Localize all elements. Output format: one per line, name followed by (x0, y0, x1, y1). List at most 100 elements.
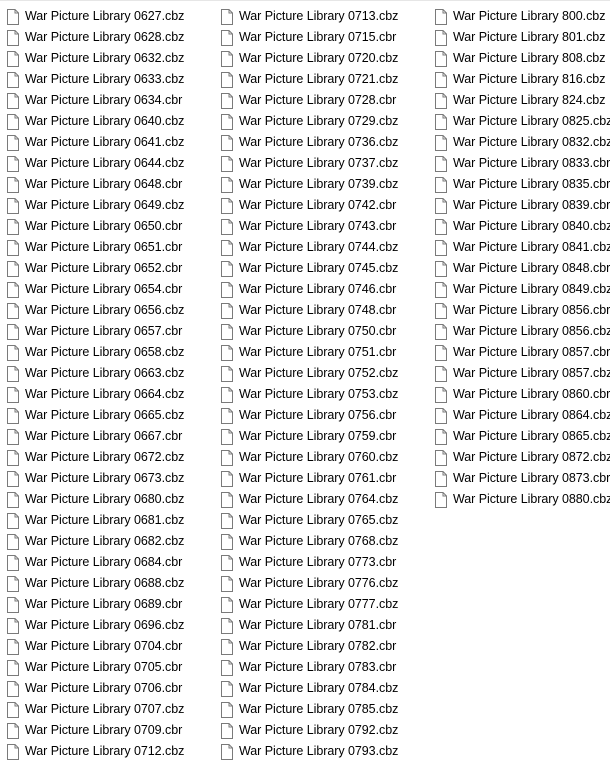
file-item[interactable]: War Picture Library 0652.cbr (7, 258, 217, 279)
file-item[interactable]: War Picture Library 0856.cbr (435, 300, 610, 321)
file-item[interactable]: War Picture Library 0776.cbz (221, 573, 433, 594)
file-item[interactable]: War Picture Library 0737.cbz (221, 153, 433, 174)
file-item[interactable]: War Picture Library 0680.cbz (7, 489, 217, 510)
file-item[interactable]: War Picture Library 0684.cbr (7, 552, 217, 573)
file-item[interactable]: War Picture Library 0746.cbr (221, 279, 433, 300)
file-item[interactable]: War Picture Library 0739.cbz (221, 174, 433, 195)
file-item[interactable]: War Picture Library 0849.cbz (435, 279, 610, 300)
file-item[interactable]: War Picture Library 0857.cbz (435, 363, 610, 384)
file-item[interactable]: War Picture Library 0835.cbr (435, 174, 610, 195)
file-item[interactable]: War Picture Library 0743.cbr (221, 216, 433, 237)
file-item[interactable]: War Picture Library 0748.cbr (221, 300, 433, 321)
file-item[interactable]: War Picture Library 0764.cbz (221, 489, 433, 510)
file-item[interactable]: War Picture Library 0872.cbz (435, 447, 610, 468)
file-item[interactable]: War Picture Library 0627.cbz (7, 6, 217, 27)
file-item[interactable]: War Picture Library 0665.cbz (7, 405, 217, 426)
file-item[interactable]: War Picture Library 800.cbz (435, 6, 607, 27)
file-item[interactable]: War Picture Library 0745.cbz (221, 258, 433, 279)
file-item[interactable]: War Picture Library 0656.cbz (7, 300, 217, 321)
file-item[interactable]: War Picture Library 0784.cbz (221, 678, 433, 699)
file-item[interactable]: War Picture Library 0705.cbr (7, 657, 217, 678)
file-item[interactable]: War Picture Library 0688.cbz (7, 573, 217, 594)
file-item[interactable]: War Picture Library 808.cbz (435, 48, 607, 69)
file-item[interactable]: War Picture Library 0750.cbr (221, 321, 433, 342)
file-name: War Picture Library 0832.cbz (453, 135, 610, 149)
file-item[interactable]: War Picture Library 0715.cbr (221, 27, 433, 48)
file-item[interactable]: War Picture Library 0760.cbz (221, 447, 433, 468)
file-item[interactable]: War Picture Library 816.cbz (435, 69, 607, 90)
file-item[interactable]: War Picture Library 0640.cbz (7, 111, 217, 132)
file-item[interactable]: War Picture Library 0709.cbr (7, 720, 217, 741)
file-item[interactable]: War Picture Library 0756.cbr (221, 405, 433, 426)
file-item[interactable]: War Picture Library 0672.cbz (7, 447, 217, 468)
file-item[interactable]: War Picture Library 0864.cbz (435, 405, 610, 426)
file-item[interactable]: War Picture Library 0654.cbr (7, 279, 217, 300)
file-item[interactable]: War Picture Library 0752.cbz (221, 363, 433, 384)
file-item[interactable]: War Picture Library 0663.cbz (7, 363, 217, 384)
file-item[interactable]: War Picture Library 0856.cbz (435, 321, 610, 342)
file-item[interactable]: War Picture Library 0632.cbz (7, 48, 217, 69)
file-item[interactable]: War Picture Library 0782.cbr (221, 636, 433, 657)
file-item[interactable]: War Picture Library 0657.cbr (7, 321, 217, 342)
file-item[interactable]: War Picture Library 0841.cbz (435, 237, 610, 258)
file-item[interactable]: War Picture Library 0783.cbr (221, 657, 433, 678)
file-item[interactable]: War Picture Library 0633.cbz (7, 69, 217, 90)
file-item[interactable]: War Picture Library 0650.cbr (7, 216, 217, 237)
file-item[interactable]: War Picture Library 0641.cbz (7, 132, 217, 153)
file-item[interactable]: War Picture Library 0753.cbz (221, 384, 433, 405)
file-item[interactable]: War Picture Library 0792.cbz (221, 720, 433, 741)
file-item[interactable]: War Picture Library 0664.cbz (7, 384, 217, 405)
file-item[interactable]: War Picture Library 0759.cbr (221, 426, 433, 447)
file-item[interactable]: War Picture Library 0768.cbz (221, 531, 433, 552)
file-item[interactable]: War Picture Library 0880.cbz (435, 489, 610, 510)
file-item[interactable]: War Picture Library 0704.cbr (7, 636, 217, 657)
file-item[interactable]: War Picture Library 0649.cbz (7, 195, 217, 216)
file-item[interactable]: War Picture Library 0706.cbr (7, 678, 217, 699)
file-item[interactable]: War Picture Library 0689.cbr (7, 594, 217, 615)
file-item[interactable]: War Picture Library 0667.cbr (7, 426, 217, 447)
file-item[interactable]: War Picture Library 0658.cbz (7, 342, 217, 363)
file-item[interactable]: War Picture Library 0712.cbz (7, 741, 217, 762)
file-item[interactable]: War Picture Library 0840.cbz (435, 216, 610, 237)
file-item[interactable]: War Picture Library 0832.cbz (435, 132, 610, 153)
document-file-icon (7, 365, 19, 382)
file-item[interactable]: War Picture Library 0673.cbz (7, 468, 217, 489)
file-name: War Picture Library 0773.cbr (239, 555, 397, 569)
file-item[interactable]: War Picture Library 0713.cbz (221, 6, 433, 27)
file-item[interactable]: War Picture Library 0751.cbr (221, 342, 433, 363)
file-item[interactable]: War Picture Library 0721.cbz (221, 69, 433, 90)
file-item[interactable]: War Picture Library 0785.cbz (221, 699, 433, 720)
file-item[interactable]: War Picture Library 0644.cbz (7, 153, 217, 174)
file-item[interactable]: War Picture Library 0720.cbz (221, 48, 433, 69)
file-item[interactable]: War Picture Library 0707.cbz (7, 699, 217, 720)
file-item[interactable]: War Picture Library 0761.cbr (221, 468, 433, 489)
file-item[interactable]: War Picture Library 0728.cbr (221, 90, 433, 111)
file-item[interactable]: War Picture Library 0865.cbz (435, 426, 610, 447)
file-item[interactable]: War Picture Library 0857.cbr (435, 342, 610, 363)
file-name: War Picture Library 0627.cbz (25, 9, 185, 23)
file-item[interactable]: War Picture Library 0833.cbr (435, 153, 610, 174)
file-item[interactable]: War Picture Library 0793.cbz (221, 741, 433, 762)
file-item[interactable]: War Picture Library 0825.cbz (435, 111, 610, 132)
file-item[interactable]: War Picture Library 0742.cbr (221, 195, 433, 216)
file-item[interactable]: War Picture Library 0696.cbz (7, 615, 217, 636)
file-item[interactable]: War Picture Library 0848.cbr (435, 258, 610, 279)
file-item[interactable]: War Picture Library 0839.cbr (435, 195, 610, 216)
file-item[interactable]: War Picture Library 0860.cbr (435, 384, 610, 405)
file-item[interactable]: War Picture Library 0682.cbz (7, 531, 217, 552)
file-item[interactable]: War Picture Library 0773.cbr (221, 552, 433, 573)
file-item[interactable]: War Picture Library 0777.cbz (221, 594, 433, 615)
file-item[interactable]: War Picture Library 0648.cbr (7, 174, 217, 195)
file-item[interactable]: War Picture Library 0681.cbz (7, 510, 217, 531)
file-item[interactable]: War Picture Library 0729.cbz (221, 111, 433, 132)
file-item[interactable]: War Picture Library 0634.cbr (7, 90, 217, 111)
file-item[interactable]: War Picture Library 0744.cbz (221, 237, 433, 258)
file-item[interactable]: War Picture Library 0765.cbz (221, 510, 433, 531)
file-item[interactable]: War Picture Library 801.cbz (435, 27, 607, 48)
file-item[interactable]: War Picture Library 824.cbz (435, 90, 607, 111)
file-item[interactable]: War Picture Library 0628.cbz (7, 27, 217, 48)
file-item[interactable]: War Picture Library 0736.cbz (221, 132, 433, 153)
file-item[interactable]: War Picture Library 0651.cbr (7, 237, 217, 258)
file-item[interactable]: War Picture Library 0873.cbr (435, 468, 610, 489)
file-item[interactable]: War Picture Library 0781.cbr (221, 615, 433, 636)
